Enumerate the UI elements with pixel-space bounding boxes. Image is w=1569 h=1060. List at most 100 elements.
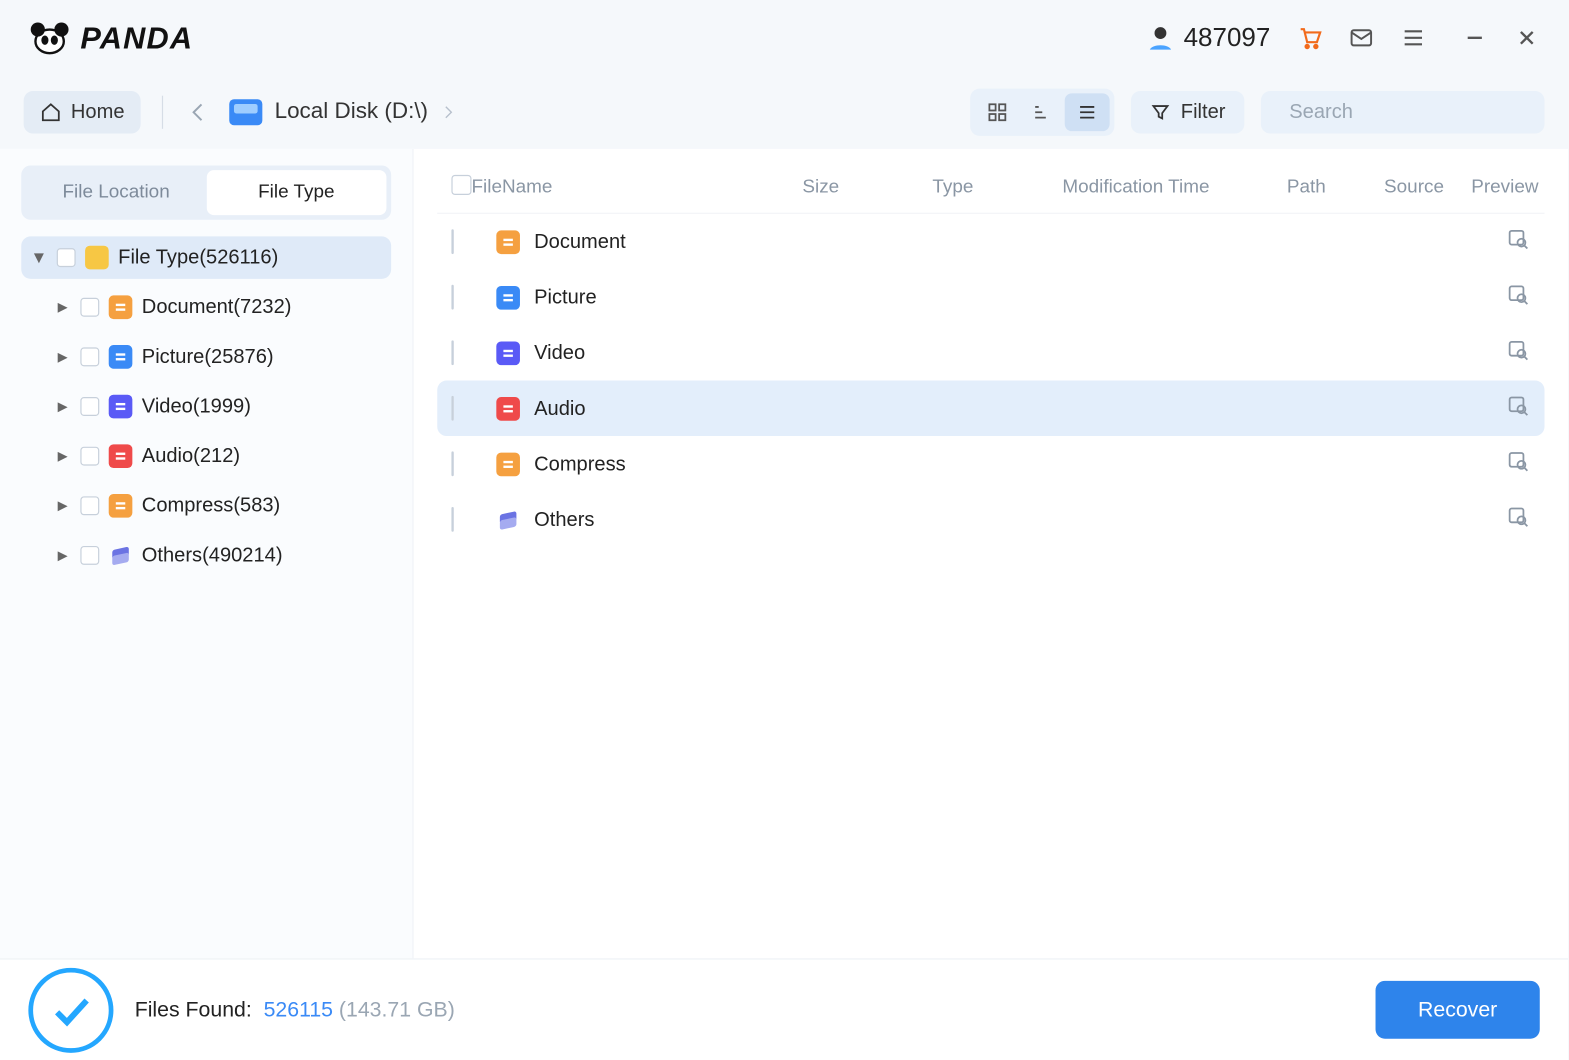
row-name: Others [534,508,594,532]
select-all-checkbox[interactable] [451,175,471,195]
row-name: Picture [534,285,597,309]
breadcrumb[interactable]: Local Disk (D:\) [230,99,457,125]
aud-icon [109,444,133,468]
title-bar: PANDA 487097 [0,0,1568,76]
tree-item-label: Audio(212) [142,444,240,468]
search-input[interactable] [1289,100,1550,124]
preview-icon[interactable] [1507,338,1531,362]
table-header: FileName Size Type Modification Time Pat… [437,163,1544,214]
scan-complete-badge [28,967,113,1052]
tree-item-label: Picture(25876) [142,345,274,369]
arrow-left-icon [187,100,211,124]
nav-back-button[interactable] [185,97,213,125]
col-path[interactable]: Path [1287,177,1326,198]
col-size[interactable]: Size [802,177,932,198]
oth-icon [109,544,133,568]
aud-icon [496,396,520,420]
row-name: Video [534,341,585,365]
preview-icon[interactable] [1507,449,1531,473]
filter-icon [1150,101,1171,122]
window-minimize-icon[interactable] [1462,25,1488,51]
table-row[interactable]: Video [437,325,1544,381]
recover-button[interactable]: Recover [1375,981,1539,1039]
col-preview[interactable]: Preview [1444,177,1539,198]
body: File Location File Type ▾ File Type(5261… [0,149,1568,958]
app-logo: PANDA [28,19,193,56]
row-checkbox[interactable] [451,451,453,476]
checkbox[interactable] [80,496,99,515]
checkbox[interactable] [80,447,99,466]
filter-button[interactable]: Filter [1131,90,1244,133]
tree-item-label: Document(7232) [142,295,292,319]
preview-icon[interactable] [1507,505,1531,529]
tab-file-type[interactable]: File Type [206,170,386,215]
tree-item-label: Video(1999) [142,395,251,419]
vid-icon [109,395,133,419]
caret-right-icon: ▸ [54,494,71,518]
view-detail-button[interactable] [1020,93,1065,131]
row-checkbox[interactable] [451,395,453,420]
check-icon [47,986,94,1033]
checkbox[interactable] [80,397,99,416]
checkbox[interactable] [80,546,99,565]
view-grid-button[interactable] [975,93,1020,131]
tree-root-label: File Type(526116) [118,246,278,270]
main-table: FileName Size Type Modification Time Pat… [414,149,1569,958]
tree-root-file-type[interactable]: ▾ File Type(526116) [21,236,391,279]
table-row[interactable]: Audio [437,381,1544,437]
tree-children: ▸Document(7232)▸Picture(25876)▸Video(199… [45,286,391,577]
caret-down-icon: ▾ [31,246,48,270]
user-avatar-icon [1146,24,1174,52]
row-checkbox[interactable] [451,229,453,254]
window-close-icon[interactable] [1514,25,1540,51]
row-checkbox[interactable] [451,506,453,531]
col-type[interactable]: Type [932,177,1062,198]
search-box[interactable] [1261,90,1545,133]
tree-item-others[interactable]: ▸Others(490214) [45,534,391,577]
preview-icon[interactable] [1507,282,1531,306]
caret-right-icon: ▸ [54,295,71,319]
sidebar-tabs: File Location File Type [21,165,391,219]
tree-item-compress[interactable]: ▸ Compress(583) [45,485,391,528]
row-checkbox[interactable] [451,284,453,309]
tree-item-label: Compress(583) [142,494,280,518]
caret-right-icon: ▸ [54,345,71,369]
menu-icon[interactable] [1400,25,1426,51]
tree-item-label: Others(490214) [142,544,283,568]
view-list-button[interactable] [1065,93,1110,131]
separator [162,95,163,128]
tree-item-picture[interactable]: ▸ Picture(25876) [45,336,391,379]
table-row[interactable]: Compress [437,436,1544,492]
col-filename[interactable]: FileName [472,177,803,198]
pic-icon [496,285,520,309]
checkbox[interactable] [80,298,99,317]
preview-icon[interactable] [1507,227,1531,251]
user-points[interactable]: 487097 [1146,22,1271,53]
table-row[interactable]: Others [437,492,1544,548]
footer: Files Found: 526115 (143.71 GB) Recover [0,958,1568,1060]
pic-icon [109,345,133,369]
mail-icon[interactable] [1348,25,1374,51]
app-name: PANDA [80,19,193,56]
row-name: Audio [534,396,585,420]
checkbox[interactable] [80,347,99,366]
doc-icon [496,230,520,254]
cart-icon[interactable] [1296,25,1322,51]
checkbox[interactable] [57,248,76,267]
table-body: Document Picture Video Audio Compress Others [437,214,1544,547]
sidebar: File Location File Type ▾ File Type(5261… [0,149,414,958]
doc-icon [109,295,133,319]
view-toggle [970,88,1114,135]
table-row[interactable]: Document [437,214,1544,270]
preview-icon[interactable] [1507,394,1531,418]
tree-item-audio[interactable]: ▸Audio(212) [45,435,391,478]
col-mtime[interactable]: Modification Time [1062,177,1287,198]
row-checkbox[interactable] [451,340,453,365]
tab-file-location[interactable]: File Location [26,170,206,215]
tree-item-document[interactable]: ▸ Document(7232) [45,286,391,329]
chevron-right-icon [440,103,457,120]
col-source[interactable]: Source [1326,177,1444,198]
tree-item-video[interactable]: ▸Video(1999) [45,385,391,428]
table-row[interactable]: Picture [437,269,1544,325]
home-button[interactable]: Home [24,90,141,133]
